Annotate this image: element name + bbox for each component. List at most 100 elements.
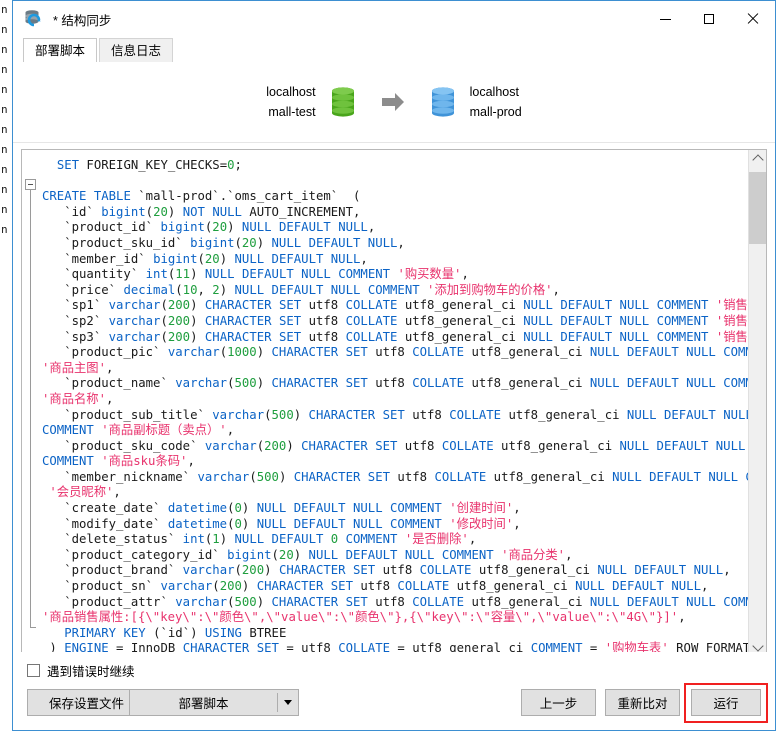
code-line: `member_id` bigint(20) NULL DEFAULT NULL… — [42, 252, 744, 268]
code-token: utf8_general_ci — [397, 313, 524, 328]
code-token: varchar — [175, 376, 228, 391]
code-token: SET — [345, 376, 368, 391]
code-token: ( — [212, 579, 220, 594]
code-token: 20 — [212, 220, 228, 235]
code-line: `product_sku_code` varchar(200) CHARACTE… — [42, 438, 745, 455]
code-token: DEFAULT — [293, 501, 346, 516]
previous-step-button[interactable]: 上一步 — [521, 689, 596, 716]
code-token: AUTO_INCREMENT, — [241, 204, 361, 219]
code-line: `product_sku_id` bigint(20) NULL DEFAULT… — [42, 236, 744, 252]
code-line: `product_sn` varchar(200) CHARACTER SET … — [42, 579, 744, 595]
code-token: utf8_general_ci — [501, 407, 627, 422]
code-token: NULL — [256, 516, 287, 531]
code-line: `sp3` varchar(200) CHARACTER SET utf8 CO… — [42, 329, 748, 346]
chevron-down-glyph — [751, 640, 764, 652]
code-token: NULL — [626, 407, 657, 422]
code-token: NULL — [612, 469, 642, 484]
code-token: , — [513, 516, 521, 531]
code-line: '会员昵称', — [42, 485, 744, 501]
code-token: , — [106, 391, 114, 406]
code-token: DEFAULT — [241, 267, 294, 282]
code-token: `product_category_id` — [42, 547, 228, 562]
code-token: varchar — [197, 469, 250, 484]
code-token: 500 — [271, 407, 294, 422]
code-token: int — [182, 532, 205, 547]
code-token: utf8 — [375, 563, 420, 578]
arrow-right-icon — [378, 85, 408, 119]
code-token: NULL — [523, 329, 553, 344]
code-token: COLLATE — [412, 376, 465, 391]
code-token: COLLATE — [434, 469, 487, 484]
collapse-icon[interactable] — [25, 179, 36, 190]
code-token: 10 — [182, 282, 198, 297]
code-token: , — [187, 454, 195, 469]
code-token: CHARACTER — [256, 579, 324, 594]
maximize-button[interactable] — [687, 1, 731, 37]
code-token: NULL — [330, 282, 361, 297]
tab-deploy-script[interactable]: 部署脚本 — [23, 38, 98, 62]
code-token: ) — [219, 251, 235, 266]
code-token: ) — [167, 204, 183, 219]
code-token: NULL — [589, 594, 620, 609]
code-token: `member_id` — [42, 251, 154, 266]
code-token: ( — [160, 329, 168, 344]
code-token: utf8 — [390, 469, 435, 484]
code-token: SET — [56, 158, 80, 172]
scroll-up-icon[interactable] — [749, 150, 766, 167]
tab-info-log[interactable]: 信息日志 — [99, 38, 174, 62]
code-token: utf8 — [367, 345, 413, 360]
code-token: NULL — [619, 313, 650, 328]
code-token: '销售属性1' — [715, 298, 748, 313]
code-token: COMMENT — [723, 594, 748, 609]
tab-label: 信息日志 — [111, 44, 162, 58]
code-token: ) — [219, 532, 235, 547]
window-controls — [643, 1, 775, 37]
source-host: localhost — [266, 85, 316, 99]
minimize-button[interactable] — [643, 1, 687, 37]
code-token: NULL — [212, 204, 242, 219]
code-token: utf8_general_ci — [464, 345, 590, 360]
code-token: utf8 — [397, 438, 442, 453]
code-token: CHARACTER — [271, 594, 339, 609]
code-token: NULL — [723, 407, 748, 422]
continue-on-error-row[interactable]: 遇到错误时继续 — [27, 661, 775, 680]
code-token: ) — [241, 501, 257, 516]
code-token: NULL — [241, 220, 272, 235]
deploy-script-button[interactable]: 部署脚本 — [129, 689, 299, 716]
scrollbar-thumb[interactable] — [749, 172, 766, 244]
chevron-down-icon[interactable] — [278, 690, 298, 715]
continue-on-error-checkbox[interactable] — [27, 664, 40, 677]
code-token: bigint — [160, 220, 205, 235]
maximize-icon — [704, 14, 714, 24]
code-token: NULL — [204, 267, 235, 282]
code-token: varchar — [108, 329, 161, 344]
code-line: `product_id` bigint(20) NULL DEFAULT NUL… — [42, 220, 744, 236]
code-token: COMMENT — [345, 532, 398, 547]
code-token: `create_date` — [42, 501, 168, 516]
minimize-icon — [659, 18, 671, 20]
code-line: `sp1` varchar(200) CHARACTER SET utf8 CO… — [42, 298, 748, 314]
code-token: (`id`) — [145, 625, 205, 640]
code-token: 0 — [234, 501, 242, 516]
close-button[interactable] — [731, 1, 775, 37]
editor-scrollbar[interactable] — [748, 150, 766, 656]
code-token: , — [360, 251, 368, 266]
code-token: SET — [278, 329, 302, 344]
code-token: 500 — [256, 469, 279, 484]
code-token: COMMENT — [723, 376, 748, 391]
recompare-button[interactable]: 重新比对 — [605, 689, 680, 716]
sql-code-text[interactable]: SET FOREIGN_KEY_CHECKS=0; CREATE TABLE `… — [40, 150, 748, 656]
code-token: SET — [352, 563, 376, 578]
code-line: `price` decimal(10, 2) NULL DEFAULT NULL… — [42, 283, 744, 299]
code-token: , — [552, 282, 560, 297]
